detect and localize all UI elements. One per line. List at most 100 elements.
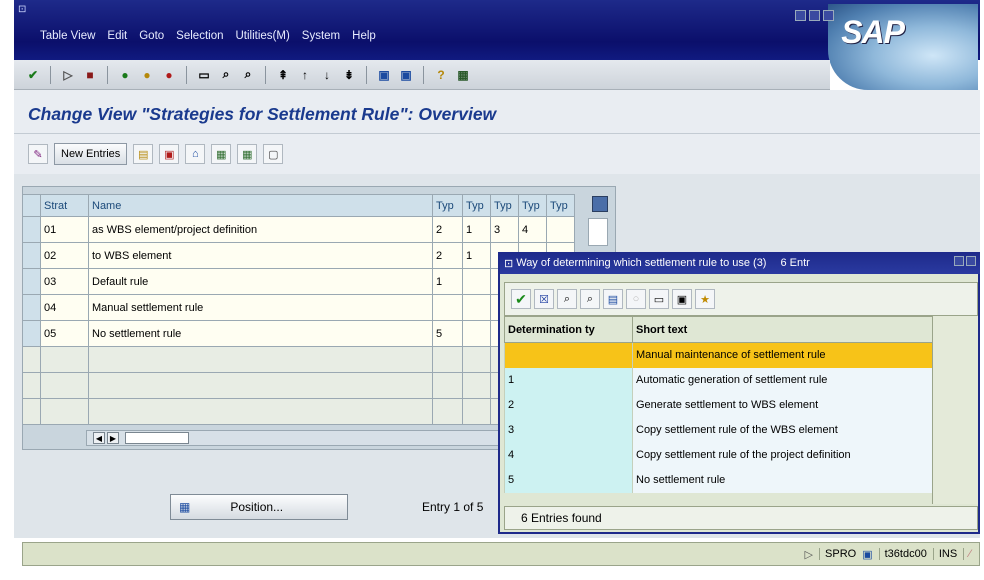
determination-type-cell[interactable]: 4 — [504, 442, 633, 468]
strat-cell[interactable]: 03 — [40, 268, 89, 295]
value-list-row[interactable]: 1 Automatic generation of settlement rul… — [504, 367, 933, 393]
empty-cell[interactable] — [88, 346, 433, 373]
typ-cell[interactable]: 2 — [432, 242, 463, 269]
value-list-row[interactable]: 5 No settlement rule — [504, 467, 933, 493]
dialog-maximize-icon[interactable] — [954, 256, 964, 266]
empty-cell[interactable] — [88, 372, 433, 399]
find-next-icon[interactable]: ⌕ — [580, 289, 600, 309]
name-cell[interactable]: Default rule — [88, 268, 433, 295]
close-icon[interactable] — [823, 10, 834, 21]
last-page-icon[interactable]: ⇟ — [340, 66, 358, 84]
value-list-row[interactable]: 3 Copy settlement rule of the WBS elemen… — [504, 417, 933, 443]
empty-cell[interactable] — [88, 398, 433, 425]
short-text-cell[interactable]: Generate settlement to WBS element — [632, 392, 933, 418]
column-header-strat[interactable]: Strat — [40, 194, 89, 217]
row-selector[interactable] — [22, 242, 41, 269]
typ-cell[interactable]: 2 — [432, 216, 463, 243]
row-selector[interactable] — [22, 216, 41, 243]
name-cell[interactable]: No settlement rule — [88, 320, 433, 347]
minimize-icon[interactable] — [795, 10, 806, 21]
value-list-row[interactable]: 2 Generate settlement to WBS element — [504, 392, 933, 418]
empty-cell[interactable] — [432, 346, 463, 373]
menu-system[interactable]: System — [302, 30, 340, 48]
back-icon[interactable]: ● — [116, 66, 134, 84]
empty-cell[interactable] — [462, 372, 491, 399]
horizontal-scrollbar[interactable]: ◀ ▶ — [86, 430, 500, 446]
cancel-icon[interactable]: ☒ — [534, 289, 554, 309]
empty-cell[interactable] — [462, 398, 491, 425]
cancel-icon[interactable]: ● — [160, 66, 178, 84]
dialog-close-icon[interactable] — [966, 256, 976, 266]
personal-list-icon[interactable]: ★ — [695, 289, 715, 309]
menu-utilities[interactable]: Utilities(M) — [235, 30, 289, 48]
empty-cell[interactable] — [462, 346, 491, 373]
short-text-cell[interactable]: Manual maintenance of settlement rule — [632, 342, 933, 368]
copy-as-icon[interactable]: ▤ — [133, 144, 154, 164]
status-expand-icon[interactable]: ▷ — [805, 548, 813, 561]
row-selector[interactable] — [22, 294, 41, 321]
short-text-cell[interactable]: No settlement rule — [632, 467, 933, 493]
typ-cell[interactable] — [432, 294, 463, 321]
command-field-toggle-icon[interactable]: ▷ — [59, 66, 77, 84]
row-selector[interactable] — [22, 346, 41, 373]
dialog-vertical-scrollbar[interactable] — [932, 316, 978, 504]
window-menu-icon[interactable]: ⊡ — [18, 4, 26, 15]
find-next-icon[interactable]: ⌕ — [239, 66, 257, 84]
column-header-typ[interactable]: Typ — [462, 194, 491, 217]
row-selector[interactable] — [22, 372, 41, 399]
delete-icon[interactable]: ▣ — [159, 144, 180, 164]
empty-cell[interactable] — [40, 398, 89, 425]
menu-goto[interactable]: Goto — [139, 30, 164, 48]
typ-cell[interactable]: 1 — [462, 242, 491, 269]
help-icon[interactable]: ? — [432, 66, 450, 84]
value-list-row[interactable]: 4 Copy settlement rule of the project de… — [504, 442, 933, 468]
typ-cell[interactable]: 4 — [518, 216, 547, 243]
sort-icon[interactable]: ▤ — [603, 289, 623, 309]
strat-cell[interactable]: 05 — [40, 320, 89, 347]
previous-page-icon[interactable]: ↑ — [296, 66, 314, 84]
menu-selection[interactable]: Selection — [176, 30, 223, 48]
create-session-icon[interactable]: ▣ — [375, 66, 393, 84]
layout-menu-icon[interactable]: ▦ — [454, 66, 472, 84]
strat-cell[interactable]: 04 — [40, 294, 89, 321]
menu-table-view[interactable]: Table View — [40, 30, 95, 48]
select-all-icon[interactable]: ▦ — [211, 144, 232, 164]
first-page-icon[interactable]: ⇞ — [274, 66, 292, 84]
find-icon[interactable]: ⌕ — [557, 289, 577, 309]
column-header-short-text[interactable]: Short text — [632, 316, 933, 343]
row-selector[interactable] — [22, 398, 41, 425]
exit-icon[interactable]: ● — [138, 66, 156, 84]
scroll-left-icon[interactable]: ◀ — [93, 432, 105, 444]
dialog-menu-icon[interactable]: ⊡ — [504, 257, 513, 270]
column-header-typ[interactable]: Typ — [490, 194, 519, 217]
column-header-determination-type[interactable]: Determination ty — [504, 316, 633, 343]
row-selector[interactable] — [22, 268, 41, 295]
save-icon[interactable]: ■ — [81, 66, 99, 84]
name-cell[interactable]: Manual settlement rule — [88, 294, 433, 321]
determination-type-cell[interactable]: 1 — [504, 367, 633, 393]
table-settings-icon[interactable] — [592, 196, 608, 212]
row-selector[interactable] — [22, 320, 41, 347]
undo-change-icon[interactable]: ⌂ — [185, 144, 206, 164]
deselect-all-icon[interactable]: ▢ — [263, 144, 284, 164]
technical-info-icon[interactable]: ▣ — [672, 289, 692, 309]
next-page-icon[interactable]: ↓ — [318, 66, 336, 84]
menu-edit[interactable]: Edit — [107, 30, 127, 48]
server-icon[interactable]: ▣ — [862, 548, 872, 561]
empty-cell[interactable] — [40, 372, 89, 399]
determination-type-cell[interactable]: 5 — [504, 467, 633, 493]
typ-cell[interactable]: 1 — [432, 268, 463, 295]
column-header-typ[interactable]: Typ — [546, 194, 575, 217]
short-text-cell[interactable]: Copy settlement rule of the WBS element — [632, 417, 933, 443]
typ-cell[interactable] — [462, 320, 491, 347]
strat-cell[interactable]: 01 — [40, 216, 89, 243]
typ-cell[interactable]: 1 — [462, 216, 491, 243]
empty-cell[interactable] — [40, 346, 89, 373]
print-icon[interactable]: ▭ — [649, 289, 669, 309]
typ-cell[interactable] — [462, 268, 491, 295]
select-all-column[interactable] — [22, 194, 41, 217]
vertical-scrollbar[interactable] — [588, 218, 608, 246]
shortcut-icon[interactable]: ▣ — [397, 66, 415, 84]
scroll-right-icon[interactable]: ▶ — [107, 432, 119, 444]
info-icon[interactable]: ○ — [626, 289, 646, 309]
